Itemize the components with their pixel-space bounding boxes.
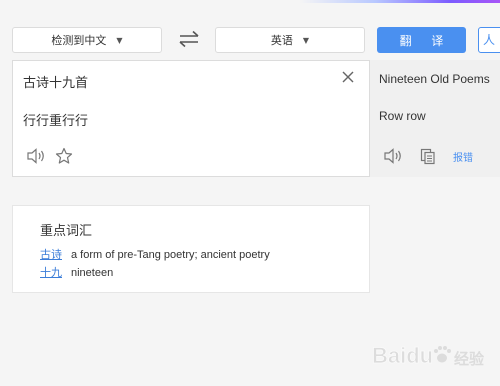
paw-icon — [434, 346, 451, 363]
star-icon[interactable] — [55, 147, 73, 165]
vocabulary-term-link[interactable]: 古诗 — [40, 248, 62, 261]
vocabulary-term-link[interactable]: 十九 — [40, 266, 62, 279]
target-language-label: 英语 — [270, 34, 293, 47]
vocabulary-definition: a form of pre-Tang poetry; ancient poetr… — [71, 249, 270, 261]
chevron-down-icon: ▼ — [116, 35, 123, 45]
source-language-select[interactable]: 检测到中文 ▼ — [12, 27, 162, 53]
swap-arrows-icon — [179, 30, 199, 48]
target-language-select[interactable]: 英语 ▼ — [215, 27, 365, 53]
translate-button[interactable]: 翻 译 — [377, 27, 466, 53]
source-text-panel[interactable]: 古诗十九首 行行重行行 — [12, 60, 370, 177]
vocabulary-item: 古诗 a form of pre-Tang poetry; ancient poe… — [40, 246, 270, 262]
report-error-link[interactable]: 报错 — [453, 149, 473, 164]
target-line-1: Nineteen Old Poems — [379, 72, 490, 86]
swap-languages-button[interactable] — [177, 29, 201, 49]
copy-icon[interactable] — [420, 148, 436, 165]
source-line-2: 行行重行行 — [23, 114, 89, 129]
source-language-label: 检测到中文 — [51, 34, 107, 47]
key-vocabulary-card: 重点词汇 古诗 a form of pre-Tang poetry; ancien… — [12, 205, 370, 293]
human-translation-button[interactable]: 人 — [478, 27, 500, 53]
speaker-icon[interactable] — [383, 148, 403, 164]
baidu-jingyan-watermark: Baidu 经验 — [372, 343, 485, 369]
close-icon[interactable] — [342, 71, 354, 83]
speaker-icon[interactable] — [26, 148, 46, 164]
target-line-2: Row row — [379, 109, 426, 123]
chevron-down-icon: ▼ — [302, 35, 310, 45]
vocabulary-definition: nineteen — [71, 267, 114, 279]
vocabulary-item: 十九 nineteen — [40, 264, 113, 280]
target-text-panel: Nineteen Old Poems Row row 报错 — [370, 60, 500, 177]
vocabulary-title: 重点词汇 — [40, 224, 93, 239]
source-line-1: 古诗十九首 — [23, 76, 89, 91]
top-accent-line — [0, 0, 500, 3]
watermark-brand: Baidu — [372, 343, 433, 368]
watermark-suffix: 经验 — [454, 350, 485, 368]
